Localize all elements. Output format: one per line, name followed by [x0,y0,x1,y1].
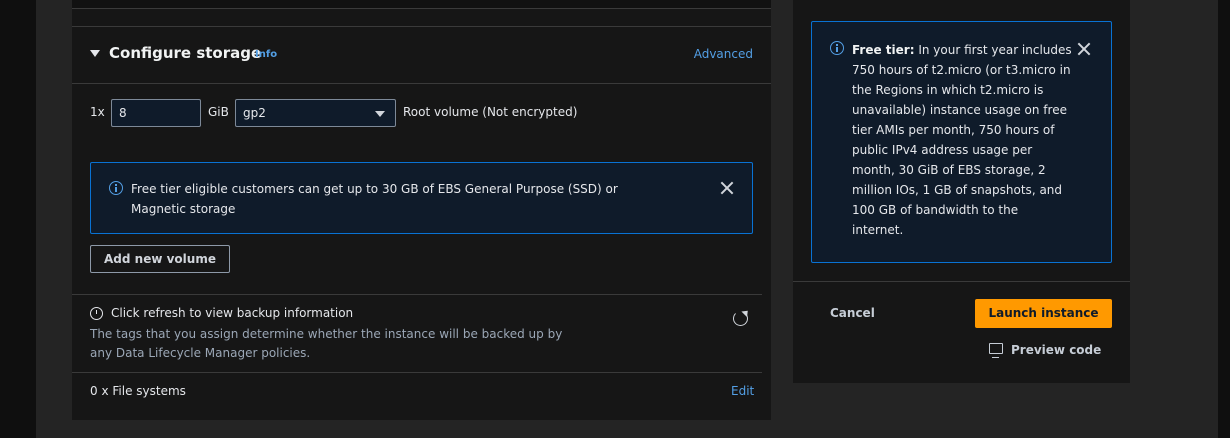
close-icon[interactable] [1077,42,1091,56]
code-preview-icon [989,343,1003,358]
collapse-caret-icon[interactable] [90,50,100,57]
configure-storage-panel: Configure storage Info Advanced 1x 8 GiB… [72,0,771,420]
page-right-edge [1218,0,1230,438]
info-link[interactable]: Info [255,49,277,60]
clock-icon [90,307,103,320]
configure-storage-header[interactable]: Configure storage Info Advanced [72,26,771,84]
info-icon [109,181,123,195]
refresh-icon[interactable] [733,311,748,326]
free-tier-storage-alert: Free tier eligible customers can get up … [90,162,753,234]
volume-description: Root volume (Not encrypted) [403,105,578,119]
preview-code-label: Preview code [1011,343,1102,357]
advanced-link[interactable]: Advanced [694,47,753,61]
volume-unit-label: GiB [208,105,229,119]
close-icon[interactable] [720,181,734,195]
alert-text: Free tier eligible customers can get up … [131,182,618,216]
info-icon [830,41,844,55]
volume-size-input[interactable]: 8 [111,99,201,127]
summary-content: Free tier: In your first year includes 7… [793,0,1130,282]
section-title: Configure storage [109,44,262,62]
volume-count-label: 1x [90,105,105,119]
launch-instance-button[interactable]: Launch instance [975,299,1112,328]
volume-type-select[interactable]: gp2 [235,99,396,127]
free-tier-heading: Free tier: [852,43,915,57]
free-tier-info-alert: Free tier: In your first year includes 7… [811,21,1112,263]
edit-link[interactable]: Edit [731,384,754,398]
previous-section-footer [72,0,771,9]
backup-description: The tags that you assign determine wheth… [90,327,563,360]
add-new-volume-button[interactable]: Add new volume [90,245,230,273]
volume-type-value: gp2 [243,106,266,120]
free-tier-body: In your first year includes 750 hours of… [852,43,1072,237]
page-left-edge [0,0,36,438]
cancel-button[interactable]: Cancel [830,306,875,320]
free-tier-text: Free tier: In your first year includes 7… [852,40,1072,240]
backup-title: Click refresh to view backup information [111,306,354,320]
backup-info-section: Click refresh to view backup information… [72,294,762,373]
root-volume-row: 1x 8 GiB gp2 Root volume (Not encrypted) [90,99,750,127]
file-systems-label: 0 x File systems [90,384,186,398]
summary-panel: Free tier: In your first year includes 7… [793,0,1130,383]
chevron-down-icon [375,111,385,117]
